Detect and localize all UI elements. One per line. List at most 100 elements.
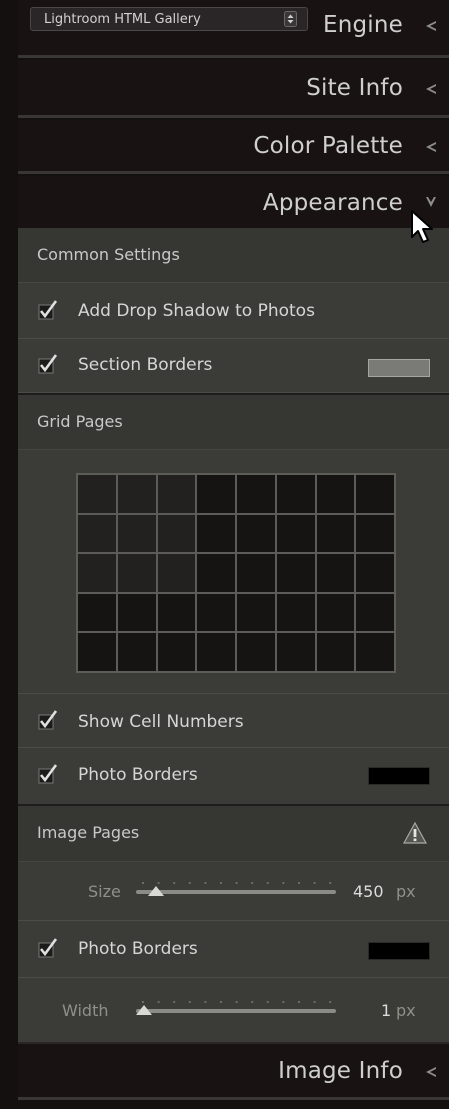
show-cell-numbers-row[interactable]: Show Cell Numbers: [18, 693, 449, 748]
grid-cell[interactable]: [356, 593, 394, 632]
grid-cell[interactable]: [157, 475, 196, 513]
checkbox-checked-icon[interactable]: [38, 300, 58, 320]
image-photo-borders-color-swatch[interactable]: [368, 942, 430, 960]
grid-cell[interactable]: [157, 514, 196, 553]
grid-pages-header: Grid Pages: [18, 395, 449, 450]
grid-cell[interactable]: [316, 593, 355, 632]
grid-cell[interactable]: [276, 475, 315, 513]
grid-cell[interactable]: [197, 593, 235, 632]
color-palette-title[interactable]: Color Palette: [253, 133, 403, 159]
grid-cell[interactable]: [78, 514, 116, 553]
slider-ticks: [142, 1001, 332, 1003]
grid-cell[interactable]: [316, 554, 355, 592]
size-slider-track[interactable]: [136, 890, 336, 894]
grid-cell[interactable]: [276, 514, 315, 553]
engine-title[interactable]: Engine: [323, 12, 403, 38]
grid-cell[interactable]: [237, 514, 275, 553]
grid-cell[interactable]: [197, 633, 235, 671]
grid-cell[interactable]: [237, 593, 275, 632]
grid-cell[interactable]: [276, 633, 315, 671]
select-arrows-icon: [284, 11, 297, 27]
width-slider-track[interactable]: [136, 1009, 336, 1013]
grid-cell[interactable]: [356, 633, 394, 671]
warning-icon[interactable]: [403, 822, 427, 844]
grid-cell[interactable]: [197, 514, 235, 553]
engine-select[interactable]: Lightroom HTML Gallery: [30, 7, 308, 31]
grid-cell[interactable]: [197, 554, 235, 592]
checkbox-checked-icon[interactable]: [38, 354, 58, 374]
image-photo-borders-row[interactable]: Photo Borders: [18, 920, 449, 978]
image-photo-borders-label[interactable]: Photo Borders: [78, 939, 198, 959]
panel-image-info[interactable]: Image Info: [18, 1042, 449, 1100]
width-unit: px: [396, 1001, 416, 1020]
grid-cell[interactable]: [356, 554, 394, 592]
grid-cell[interactable]: [197, 475, 235, 513]
panel-color-palette[interactable]: Color Palette: [18, 120, 449, 174]
grid-cell[interactable]: [78, 633, 116, 671]
panel-appearance[interactable]: Appearance: [18, 176, 449, 228]
grid-photo-borders-label[interactable]: Photo Borders: [78, 765, 198, 785]
grid-cell[interactable]: [276, 593, 315, 632]
mouse-pointer-icon: [411, 210, 433, 243]
grid-cell[interactable]: [157, 633, 196, 671]
grid-cell[interactable]: [356, 475, 394, 513]
appearance-panel: Common Settings Add Drop Shadow to Photo…: [18, 228, 449, 1042]
grid-pages-heading: Grid Pages: [37, 412, 123, 431]
grid-photo-borders-color-swatch[interactable]: [368, 767, 430, 785]
drop-shadow-row[interactable]: Add Drop Shadow to Photos: [18, 283, 449, 339]
grid-cell[interactable]: [316, 475, 355, 513]
grid-cell[interactable]: [117, 554, 156, 592]
grid-cell[interactable]: [237, 633, 275, 671]
width-value[interactable]: 1: [381, 1001, 391, 1020]
grid-cell[interactable]: [157, 593, 196, 632]
grid-photo-borders-row[interactable]: Photo Borders: [18, 748, 449, 804]
section-borders-color-swatch[interactable]: [368, 359, 430, 377]
grid-cell[interactable]: [78, 554, 116, 592]
checkbox-checked-icon[interactable]: [38, 710, 58, 730]
grid-cell[interactable]: [117, 593, 156, 632]
grid-cell[interactable]: [157, 554, 196, 592]
grid-cell[interactable]: [237, 475, 275, 513]
width-slider-row[interactable]: Width 1 px: [18, 978, 449, 1042]
checkbox-checked-icon[interactable]: [38, 938, 58, 958]
grid-cell[interactable]: [117, 633, 156, 671]
grid-cell[interactable]: [117, 514, 156, 553]
grid-cell[interactable]: [237, 554, 275, 592]
image-pages-heading: Image Pages: [37, 823, 140, 842]
grid-cell[interactable]: [78, 475, 116, 513]
grid-layout-picker[interactable]: [76, 473, 396, 673]
collapse-left-icon[interactable]: [425, 20, 437, 32]
section-borders-label[interactable]: Section Borders: [78, 355, 212, 375]
size-label: Size: [88, 882, 121, 901]
size-slider-row[interactable]: Size 450 px: [18, 862, 449, 920]
panel-site-info[interactable]: Site Info: [18, 60, 449, 118]
section-borders-row[interactable]: Section Borders: [18, 339, 449, 393]
common-settings-header: Common Settings: [18, 228, 449, 283]
engine-select-value: Lightroom HTML Gallery: [44, 12, 201, 27]
show-cell-numbers-label[interactable]: Show Cell Numbers: [78, 712, 244, 732]
common-settings-heading: Common Settings: [37, 245, 180, 264]
grid-cell[interactable]: [316, 514, 355, 553]
collapse-left-icon[interactable]: [425, 1066, 437, 1078]
grid-cell[interactable]: [356, 514, 394, 553]
image-info-title[interactable]: Image Info: [278, 1058, 403, 1084]
checkbox-checked-icon[interactable]: [38, 764, 58, 784]
image-pages-header: Image Pages: [18, 806, 449, 862]
size-value[interactable]: 450: [353, 882, 384, 901]
grid-cell[interactable]: [276, 554, 315, 592]
size-slider-thumb[interactable]: [148, 886, 164, 896]
width-label: Width: [62, 1001, 109, 1020]
appearance-title[interactable]: Appearance: [263, 190, 403, 216]
grid-cell[interactable]: [117, 475, 156, 513]
slider-ticks: [142, 882, 332, 884]
engine-header: Lightroom HTML Gallery Engine: [18, 0, 449, 58]
width-slider-thumb[interactable]: [136, 1005, 152, 1015]
grid-cell[interactable]: [316, 633, 355, 671]
size-unit: px: [396, 882, 416, 901]
drop-shadow-label[interactable]: Add Drop Shadow to Photos: [78, 301, 315, 321]
collapse-down-icon[interactable]: [425, 196, 437, 208]
grid-cell[interactable]: [78, 593, 116, 632]
collapse-left-icon[interactable]: [425, 83, 437, 95]
site-info-title[interactable]: Site Info: [306, 75, 403, 101]
collapse-left-icon[interactable]: [425, 141, 437, 153]
